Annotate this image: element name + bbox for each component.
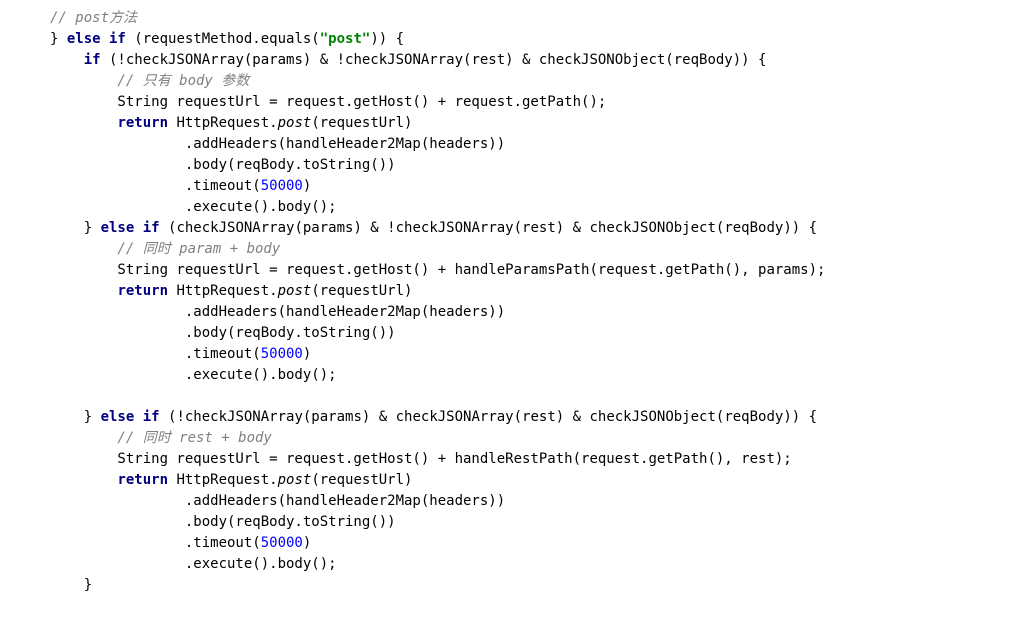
- code-line: } else if (checkJSONArray(params) & !che…: [50, 220, 817, 236]
- code-line: .body(reqBody.toString()): [50, 325, 396, 341]
- code-line: .timeout(50000): [50, 535, 311, 551]
- code-block: // post方法 } else if (requestMethod.equal…: [0, 0, 1028, 596]
- code-line: .execute().body();: [50, 199, 337, 215]
- comment: // post方法: [50, 10, 137, 26]
- code-line: } else if (!checkJSONArray(params) & che…: [50, 409, 817, 425]
- code-line: .addHeaders(handleHeader2Map(headers)): [50, 493, 505, 509]
- code-line: return HttpRequest.post(requestUrl): [50, 115, 412, 131]
- code-line: .execute().body();: [50, 556, 337, 572]
- code-line: String requestUrl = request.getHost() + …: [50, 451, 792, 467]
- code-line: }: [50, 577, 92, 593]
- code-line: .addHeaders(handleHeader2Map(headers)): [50, 136, 505, 152]
- code-line: if (!checkJSONArray(params) & !checkJSON…: [50, 52, 766, 68]
- code-line: .timeout(50000): [50, 346, 311, 362]
- comment: // 同时 rest + body: [50, 430, 272, 446]
- comment: // 同时 param + body: [50, 241, 280, 257]
- code-line: .body(reqBody.toString()): [50, 157, 396, 173]
- code-line: .timeout(50000): [50, 178, 311, 194]
- code-line: String requestUrl = request.getHost() + …: [50, 262, 825, 278]
- code-line: .execute().body();: [50, 367, 337, 383]
- code-line: .addHeaders(handleHeader2Map(headers)): [50, 304, 505, 320]
- code-line: return HttpRequest.post(requestUrl): [50, 283, 412, 299]
- code-line: } else if (requestMethod.equals("post"))…: [50, 31, 404, 47]
- code-line: .body(reqBody.toString()): [50, 514, 396, 530]
- code-line: return HttpRequest.post(requestUrl): [50, 472, 412, 488]
- code-line: String requestUrl = request.getHost() + …: [50, 94, 606, 110]
- comment: // 只有 body 参数: [50, 73, 249, 89]
